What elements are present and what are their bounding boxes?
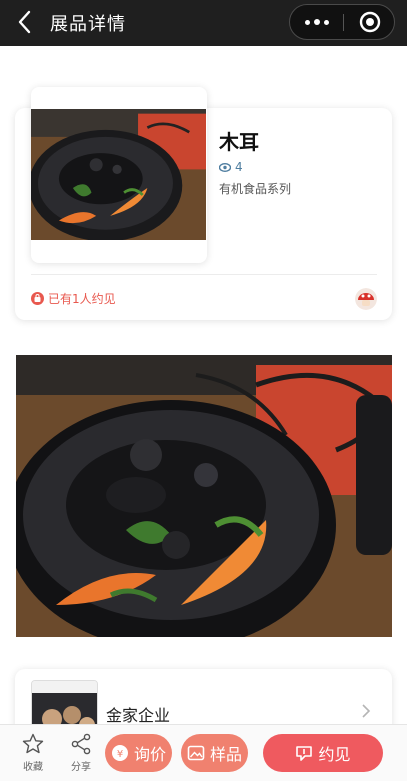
meet-count: 已有1人约见 [31, 290, 116, 307]
navigation-bar: 展品详情 [0, 0, 407, 46]
sample-button[interactable]: 样品 [181, 734, 248, 772]
star-icon [22, 733, 44, 754]
chat-flag-icon [296, 746, 313, 761]
more-dots-icon [304, 19, 310, 25]
favorite-button[interactable]: 收藏 [13, 733, 53, 777]
share-label: 分享 [71, 762, 91, 773]
sample-label: 样品 [209, 745, 242, 764]
page-title: 展品详情 [50, 14, 126, 35]
view-count: 4 [219, 160, 243, 174]
product-series: 有机食品系列 [219, 182, 292, 196]
inquire-button[interactable]: ¥ 询价 [105, 734, 172, 772]
share-icon [71, 733, 91, 755]
product-main-image[interactable] [16, 355, 392, 637]
food-photo-large [16, 355, 392, 637]
favorite-label: 收藏 [23, 762, 43, 773]
product-thumbnail[interactable] [31, 109, 206, 240]
chevron-left-icon [18, 10, 31, 34]
visitor-avatar[interactable] [355, 288, 377, 310]
mini-program-capsule [289, 4, 395, 40]
eye-icon [219, 162, 231, 172]
more-button[interactable] [290, 5, 343, 39]
image-frame-icon [187, 745, 205, 761]
inquire-label: 询价 [133, 745, 166, 764]
close-button[interactable] [344, 5, 395, 39]
chat-bubble-icon: ¥ [111, 745, 128, 761]
chevron-right-icon [362, 704, 371, 718]
mushroom-avatar-icon [355, 288, 377, 310]
card-divider [31, 274, 377, 275]
meet-count-text: 已有1人约见 [48, 292, 116, 306]
product-name: 木耳 [219, 130, 259, 154]
meet-label: 约见 [318, 745, 351, 764]
shopping-bag-icon [31, 292, 44, 305]
meet-button[interactable]: 约见 [263, 734, 383, 772]
view-count-value: 4 [235, 160, 243, 174]
back-button[interactable] [10, 7, 40, 37]
company-name: 金家企业 [106, 706, 171, 725]
share-button[interactable]: 分享 [61, 733, 101, 777]
food-photo [31, 109, 206, 240]
target-close-icon [359, 11, 380, 33]
svg-text:¥: ¥ [117, 749, 123, 760]
